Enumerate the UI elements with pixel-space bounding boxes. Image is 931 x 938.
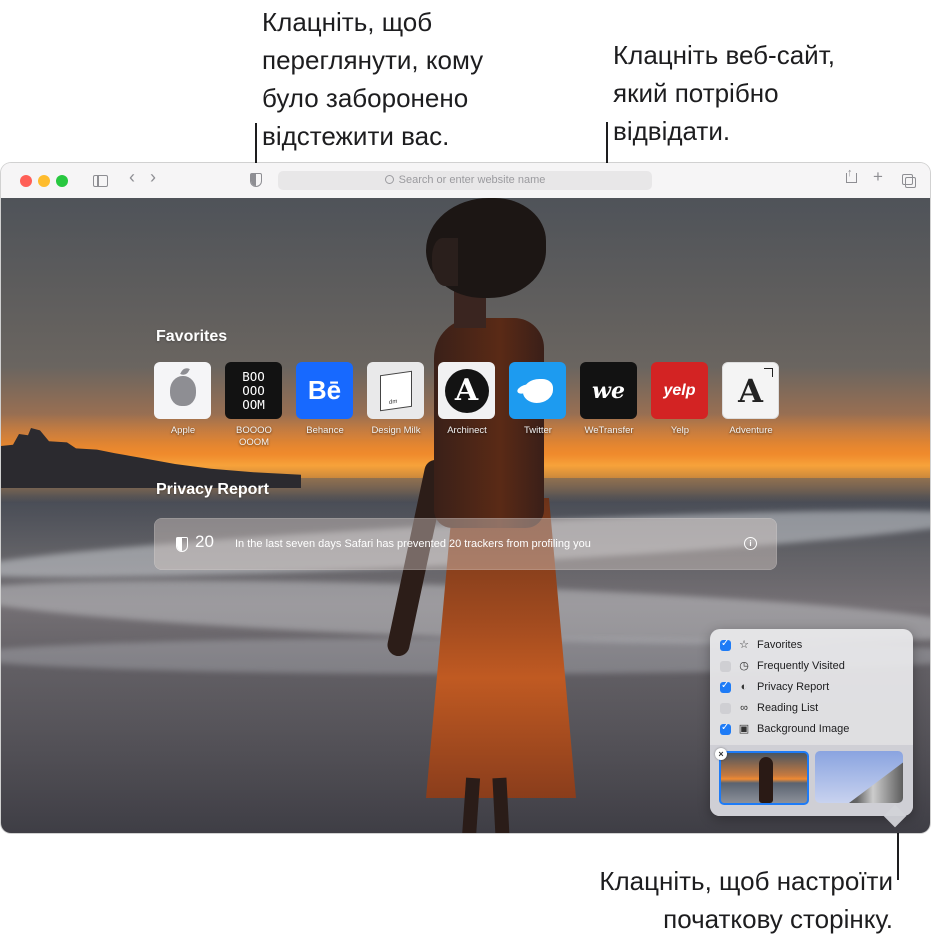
design-milk-logo-icon: dm (367, 362, 424, 419)
yelp-logo-icon: yelp (651, 362, 708, 419)
close-window-button[interactable] (20, 175, 32, 187)
option-reading-list[interactable]: ∞ Reading List (720, 700, 818, 716)
forward-icon[interactable]: › (150, 168, 156, 186)
favorite-apple[interactable]: Apple (154, 362, 212, 437)
behance-logo-icon: Bē (296, 362, 353, 419)
favorite-behance[interactable]: Bē Behance (296, 362, 354, 437)
twitter-bird-icon (509, 362, 566, 419)
checkbox-favorites[interactable] (720, 638, 731, 651)
remove-background-icon[interactable]: × (715, 748, 727, 760)
option-favorites[interactable]: ☆ Favorites (720, 637, 802, 653)
tracker-count: 20 (195, 532, 214, 551)
shield-icon (176, 537, 188, 552)
star-icon: ☆ (739, 639, 749, 651)
toolbar: ‹ › Search or enter website name + (1, 163, 930, 199)
checkbox-privacy-report[interactable] (720, 680, 731, 693)
glasses-icon: ∞ (740, 702, 748, 714)
callout-customize: Клацніть, щоб настроїти початкову сторін… (599, 866, 893, 934)
favorite-wetransfer[interactable]: we WeTransfer (580, 362, 638, 437)
privacy-report-card[interactable]: 20 In the last seven days Safari has pre… (154, 518, 777, 570)
minimize-window-button[interactable] (38, 175, 50, 187)
privacy-report-shield-icon[interactable] (250, 173, 262, 187)
favorite-archinect[interactable]: A Archinect (438, 362, 496, 437)
customize-settings-icon[interactable] (885, 832, 909, 833)
back-icon[interactable]: ‹ (129, 168, 135, 186)
background-image: Favorites Apple BOO OOO OOM BOOOO OOOM B… (1, 198, 930, 833)
image-icon: ▣ (738, 723, 750, 735)
new-tab-icon[interactable]: + (873, 168, 883, 185)
favorite-design-milk[interactable]: dm Design Milk (367, 362, 425, 437)
adventure-logo-icon: A (722, 362, 779, 419)
callout-website: Клацніть веб-сайт, який потрібно відвіда… (613, 40, 835, 146)
zoom-window-button[interactable] (56, 175, 68, 187)
search-icon (384, 175, 394, 184)
checkbox-frequently-visited[interactable] (720, 660, 731, 672)
info-icon[interactable]: i (744, 537, 757, 550)
checkbox-reading-list[interactable] (720, 702, 731, 714)
wetransfer-logo-icon: we (580, 362, 637, 419)
favorite-boooooom[interactable]: BOO OOO OOM BOOOO OOOM (225, 362, 283, 449)
safari-window: ‹ › Search or enter website name + Favor… (1, 163, 930, 833)
customize-start-page-popover: ☆ Favorites ◷ Frequently Visited ◐ Priva… (710, 629, 913, 816)
privacy-report-heading: Privacy Report (156, 481, 269, 498)
background-thumbnails: × (710, 745, 913, 816)
privacy-report-message: In the last seven days Safari has preven… (235, 538, 591, 550)
favorites-heading: Favorites (156, 328, 228, 345)
background-thumbnail-selected[interactable] (719, 751, 809, 805)
shield-icon: ◐ (740, 681, 748, 693)
tab-overview-icon[interactable] (902, 174, 916, 188)
address-bar[interactable]: Search or enter website name (278, 171, 652, 190)
favorite-yelp[interactable]: yelp Yelp (651, 362, 709, 437)
option-frequently-visited[interactable]: ◷ Frequently Visited (720, 658, 845, 674)
sidebar-icon[interactable] (93, 175, 108, 187)
favorite-twitter[interactable]: Twitter (509, 362, 567, 437)
callout-privacy: Клацніть, щоб переглянути, кому було заб… (262, 7, 484, 151)
share-icon[interactable] (846, 165, 857, 183)
archinect-logo-icon: A (438, 362, 495, 419)
checkbox-background-image[interactable] (720, 722, 731, 735)
option-background-image[interactable]: ▣ Background Image (720, 721, 849, 737)
background-thumbnail-building[interactable] (815, 751, 903, 803)
option-privacy-report[interactable]: ◐ Privacy Report (720, 679, 829, 695)
woman-silhouette (385, 198, 626, 833)
favorite-adventure[interactable]: A Adventure (722, 362, 780, 437)
address-placeholder: Search or enter website name (398, 174, 546, 186)
clock-icon: ◷ (739, 660, 749, 672)
apple-logo-icon (154, 362, 211, 419)
boooooom-logo-icon: BOO OOO OOM (225, 362, 282, 419)
